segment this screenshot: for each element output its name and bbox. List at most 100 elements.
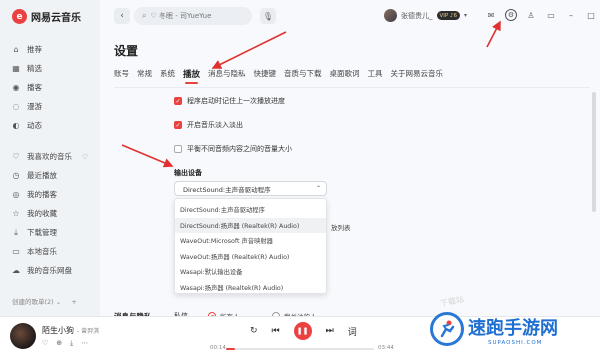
sidebar-item-liked-music[interactable]: ♡ 我喜欢的音乐 ♡ <box>10 147 96 166</box>
tabs-divider <box>114 87 590 88</box>
tab-system[interactable]: 系统 <box>160 68 183 84</box>
previous-track-icon[interactable]: ⏮ <box>272 326 280 336</box>
user-profile[interactable]: 张德贵儿_ VIP ♪6 ▾ <box>384 9 467 22</box>
checkbox-checked-icon[interactable]: ✓ <box>174 97 182 105</box>
dropdown-option[interactable]: WaveOut:Microsoft 声音映射器 <box>175 233 326 249</box>
home-icon: ⌂ <box>13 45 19 54</box>
like-icon[interactable]: ♡ <box>42 339 48 348</box>
watermark-text: 速跑手游网 <box>468 318 558 339</box>
output-device-select[interactable]: DirectSound:主声音驱动程序 ⌃ <box>174 181 327 196</box>
app-name: 网易云音乐 <box>31 13 81 24</box>
feed-icon: ◐ <box>12 121 20 130</box>
tab-general[interactable]: 常规 <box>137 68 160 84</box>
heartbeat-mode-icon[interactable]: ♡ <box>82 153 88 161</box>
sidebar-item-recent[interactable]: ◷ 最近播放 <box>10 166 96 185</box>
app-logo[interactable]: e 网易云音乐 <box>12 9 81 24</box>
dropdown-option[interactable]: WaveOut:扬声器 (Realtek(R) Audio) <box>175 249 326 265</box>
dropdown-option[interactable]: DirectSound:扬声器 (Realtek(R) Audio) <box>175 217 326 233</box>
search-input[interactable] <box>150 12 249 20</box>
radio-icon: ◉ <box>12 83 20 92</box>
checkbox-checked-icon[interactable]: ✓ <box>174 121 182 129</box>
avatar[interactable] <box>384 9 397 22</box>
sidebar-item-my-podcast[interactable]: ◎ 我的播客 <box>10 185 96 204</box>
sidebar-item-label: 推荐 <box>27 45 42 54</box>
maximize-icon[interactable]: □ <box>585 9 597 21</box>
sidebar-item-recommend[interactable]: ⌂ 推荐 <box>10 40 96 59</box>
dropdown-option[interactable]: Wasapi:默认输出设备 <box>175 264 326 280</box>
page-title: 设置 <box>114 44 139 58</box>
sidebar: e 网易云音乐 ⌂ 推荐 ▦ 精选 ◉ 播客 ◌ 漫游 ◐ 动态 ♡ 我喜欢的音… <box>0 0 100 316</box>
skin-icon[interactable]: ♙ <box>525 9 537 21</box>
created-playlists-header[interactable]: 创建的歌单(2) ⌄ + <box>12 296 77 306</box>
tab-playback[interactable]: 播放 <box>183 68 208 84</box>
collect-icon[interactable]: ⊕ <box>56 339 62 348</box>
watermark-subtext: SUPAOSHI.COM <box>488 340 543 346</box>
sidebar-item-feed[interactable]: ◐ 动态 <box>10 116 96 135</box>
obscured-setting-text: 放列表 <box>331 224 351 232</box>
tab-tools[interactable]: 工具 <box>368 68 391 84</box>
tab-messages-privacy[interactable]: 消息与隐私 <box>208 68 254 84</box>
runner-icon <box>440 320 455 338</box>
cloud-icon: ☁ <box>12 266 20 275</box>
output-device-label: 输出设备 <box>174 169 202 177</box>
scrollbar[interactable] <box>592 92 596 212</box>
sidebar-item-downloads[interactable]: ⤓ 下载管理 <box>10 223 96 242</box>
next-track-icon[interactable]: ⏭ <box>326 326 334 336</box>
chevron-left-icon: ‹ <box>120 11 124 21</box>
add-playlist-icon[interactable]: + <box>71 298 76 306</box>
sidebar-item-label: 我的收藏 <box>27 209 57 218</box>
setting-volume-balance[interactable]: 平衡不同音频内容之间的音量大小 <box>174 144 292 154</box>
tab-about[interactable]: 关于网易云音乐 <box>391 68 452 84</box>
song-title[interactable]: 陌生小狗 <box>42 325 74 336</box>
sidebar-item-roam[interactable]: ◌ 漫游 <box>10 97 96 116</box>
tab-desktop-lyrics[interactable]: 桌面歌词 <box>330 68 368 84</box>
checkbox-unchecked-icon[interactable] <box>174 145 182 153</box>
pause-button[interactable]: ❚❚ <box>293 322 312 340</box>
settings-page: 设置 账号 常规 系统 播放 消息与隐私 快捷键 音质与下载 桌面歌词 工具 关… <box>100 32 600 316</box>
site-watermark: 速跑手游网 SUPAOSHI.COM <box>426 308 598 352</box>
back-button[interactable]: ‹ <box>114 8 130 24</box>
setting-label: 开启音乐淡入淡出 <box>187 121 243 129</box>
minimize-icon[interactable]: – <box>565 9 577 21</box>
voice-search-button[interactable]: 🎙 <box>260 8 276 24</box>
vip-badge[interactable]: VIP ♪6 <box>436 11 460 20</box>
song-actions: ♡ ⊕ ⤓ ⋯ <box>42 339 88 348</box>
chevron-down-icon: ⌄ <box>55 298 62 306</box>
album-cover[interactable] <box>10 323 36 349</box>
tab-account[interactable]: 账号 <box>114 68 137 84</box>
sidebar-item-podcast[interactable]: ◉ 播客 <box>10 78 96 97</box>
output-device-value: DirectSound:主声音驱动程序 <box>183 185 271 194</box>
setting-remember-progress[interactable]: ✓ 程序启动时记住上一次播放进度 <box>174 96 285 106</box>
netease-logo-icon: e <box>12 9 27 24</box>
mini-mode-icon[interactable]: ▭ <box>545 9 557 21</box>
sidebar-item-featured[interactable]: ▦ 精选 <box>10 59 96 78</box>
my-music-nav: ♡ 我喜欢的音乐 ♡ ◷ 最近播放 ◎ 我的播客 ☆ 我的收藏 ⤓ 下载管理 ▭… <box>10 147 96 280</box>
caret-down-icon[interactable]: ▾ <box>464 12 467 19</box>
sidebar-item-label: 下载管理 <box>27 228 57 237</box>
loop-mode-icon[interactable]: ↻ <box>250 326 258 336</box>
tab-shortcuts[interactable]: 快捷键 <box>254 68 285 84</box>
sidebar-item-local-music[interactable]: ▭ 本地音乐 <box>10 242 96 261</box>
search-icon: ⌕ <box>142 11 147 20</box>
setting-fade-in-out[interactable]: ✓ 开启音乐淡入淡出 <box>174 120 243 130</box>
sidebar-item-favorites[interactable]: ☆ 我的收藏 <box>10 204 96 223</box>
local-music-icon: ▭ <box>12 247 20 256</box>
time-total: 03:44 <box>378 345 394 351</box>
dropdown-option[interactable]: DirectSound:主声音驱动程序 <box>175 202 326 218</box>
more-icon[interactable]: ⋯ <box>81 339 88 348</box>
microphone-icon: 🎙 <box>262 11 274 21</box>
progress-bar[interactable] <box>226 348 374 350</box>
settings-icon[interactable]: ⚙ <box>505 9 517 21</box>
lyrics-button[interactable]: 词 <box>348 325 357 338</box>
mail-icon[interactable]: ✉ <box>485 9 497 21</box>
username[interactable]: 张德贵儿_ <box>401 11 433 21</box>
tab-quality-download[interactable]: 音质与下载 <box>284 68 330 84</box>
download-icon[interactable]: ⤓ <box>70 339 73 348</box>
sidebar-item-label: 动态 <box>27 121 42 130</box>
dropdown-option[interactable]: Wasapi:扬声器 (Realtek(R) Audio) <box>175 280 326 296</box>
playback-controls: ↻ ⏮ ❚❚ ⏭ 词 <box>250 322 357 340</box>
song-artist[interactable]: - 曾羿淇 <box>77 326 99 335</box>
search-box[interactable]: ⌕ <box>134 7 252 25</box>
sidebar-item-label: 我喜欢的音乐 <box>27 152 72 161</box>
sidebar-item-cloud-drive[interactable]: ☁ 我的音乐网盘 <box>10 261 96 280</box>
